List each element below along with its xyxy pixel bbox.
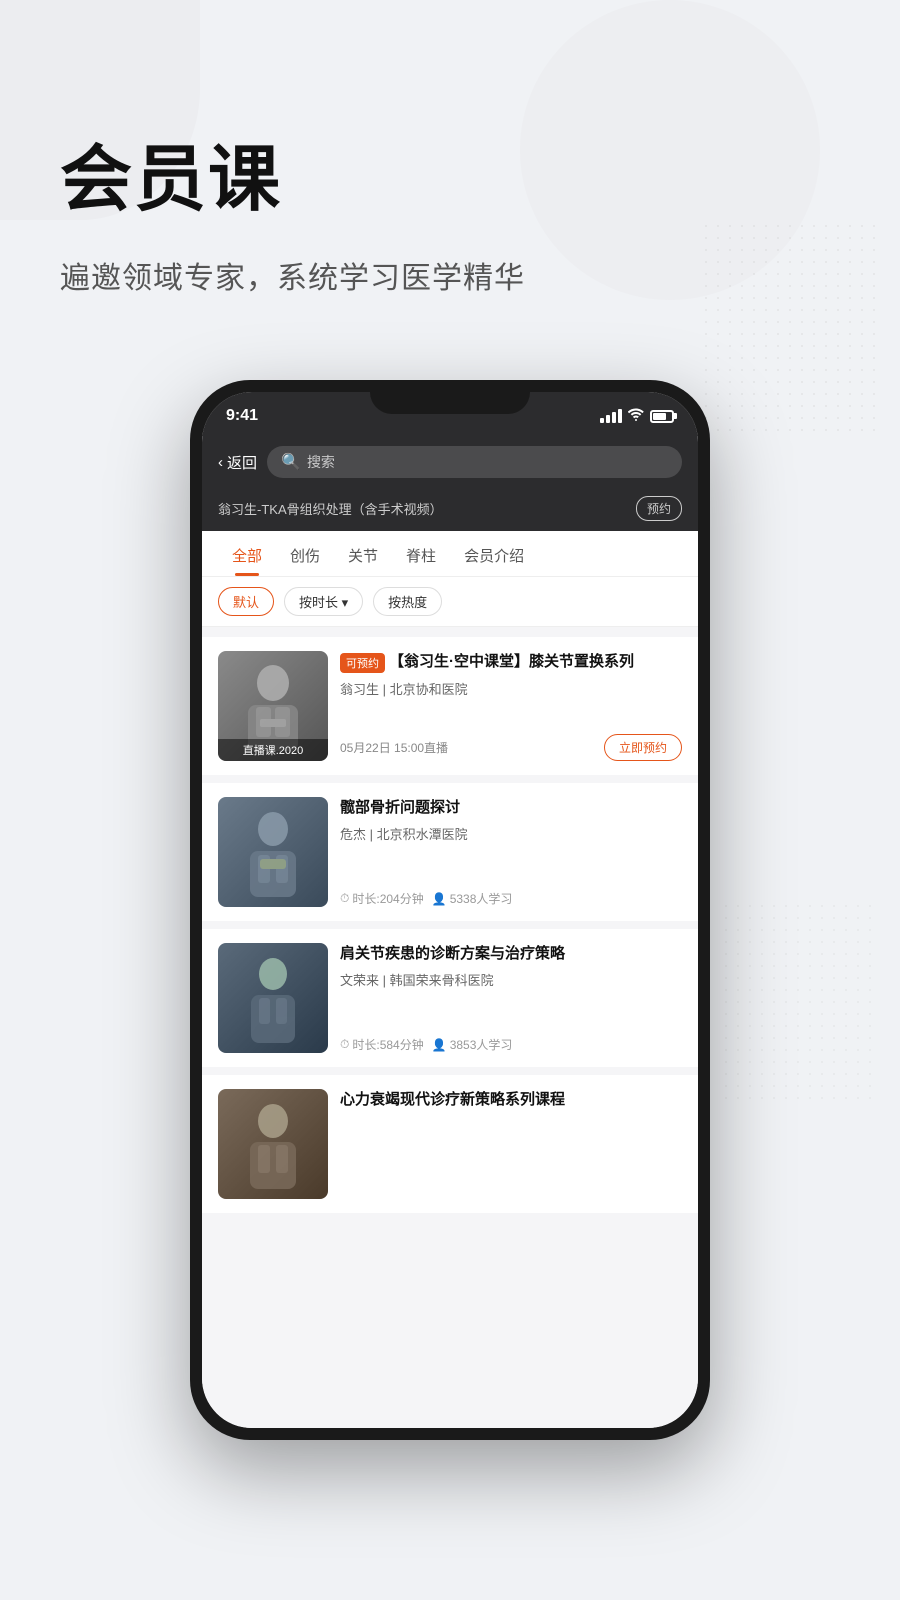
duration-2: ⏱ 时长:204分钟 [340, 890, 424, 907]
course-title-1: 【翁习生·空中课堂】膝关节置换系列 [389, 651, 634, 672]
header-area: 会员课 遍邀领域专家，系统学习医学精华 [60, 120, 525, 297]
course-thumb-2 [218, 797, 328, 907]
course-info-2: 髋部骨折问题探讨 危杰 | 北京积水潭医院 ⏱ 时长:204分钟 👤 [340, 797, 682, 907]
page-title: 会员课 [60, 120, 525, 225]
phone-screen: 9:41 [202, 392, 698, 1428]
phone-notch [370, 380, 530, 414]
tab-spine[interactable]: 脊柱 [392, 531, 450, 576]
app-content: ‹ 返回 🔍 搜索 翁习生-TKA骨组织处理（含手术视频） 预约 全部 [202, 436, 698, 1428]
duration-3: ⏱ 时长:584分钟 [340, 1036, 424, 1053]
thumb-label-1: 直播课.2020 [218, 739, 328, 761]
course-author-3: 文荣来 | 韩国荣来骨科医院 [340, 970, 682, 989]
course-date-1: 05月22日 15:00直播 [340, 739, 448, 756]
status-time: 9:41 [226, 407, 258, 425]
reserve-button-1[interactable]: 立即预约 [604, 734, 682, 761]
battery-icon [650, 410, 674, 423]
filter-popularity[interactable]: 按热度 [373, 587, 442, 616]
tab-all[interactable]: 全部 [218, 531, 276, 576]
course-author-1: 翁习生 | 北京协和医院 [340, 679, 682, 698]
students-3: 👤 3853人学习 [432, 1036, 513, 1053]
phone-outer: 9:41 [190, 380, 710, 1440]
course-info-1: 可预约 【翁习生·空中课堂】膝关节置换系列 翁习生 | 北京协和医院 05月22… [340, 651, 682, 761]
reservable-badge-1: 可预约 [340, 653, 385, 673]
course-info-4: 心力衰竭现代诊疗新策略系列课程 [340, 1089, 682, 1199]
reserve-banner-button[interactable]: 预约 [636, 496, 682, 521]
tab-member-intro[interactable]: 会员介绍 [450, 531, 538, 576]
filter-default[interactable]: 默认 [218, 587, 274, 616]
course-card-4[interactable]: 心力衰竭现代诊疗新策略系列课程 [202, 1075, 698, 1213]
tab-joint[interactable]: 关节 [334, 531, 392, 576]
wifi-icon [628, 408, 644, 424]
phone-mockup: 9:41 [190, 380, 710, 1480]
clock-icon-3: ⏱ [340, 1037, 349, 1052]
bg-dots-top-right [700, 220, 880, 440]
people-icon: 👤 [432, 892, 447, 906]
tab-bar: 全部 创伤 关节 脊柱 会员介绍 [202, 531, 698, 577]
course-list: 直播课.2020 可预约 【翁习生·空中课堂】膝关节置换系列 翁习生 | 北京协… [202, 627, 698, 1231]
course-thumb-4 [218, 1089, 328, 1199]
search-placeholder: 搜索 [307, 452, 335, 472]
course-meta-2: ⏱ 时长:204分钟 👤 5338人学习 [340, 890, 682, 907]
course-info-3: 肩关节疾患的诊断方案与治疗策略 文荣来 | 韩国荣来骨科医院 ⏱ 时长:584分… [340, 943, 682, 1053]
tab-trauma[interactable]: 创伤 [276, 531, 334, 576]
students-2: 👤 5338人学习 [432, 890, 513, 907]
back-label: 返回 [227, 452, 257, 473]
course-title-2: 髋部骨折问题探讨 [340, 799, 460, 816]
course-card-3[interactable]: 肩关节疾患的诊断方案与治疗策略 文荣来 | 韩国荣来骨科医院 ⏱ 时长:584分… [202, 929, 698, 1067]
status-icons [600, 408, 674, 424]
people-icon-3: 👤 [432, 1038, 447, 1052]
clock-icon: ⏱ [340, 891, 349, 906]
search-bar[interactable]: 🔍 搜索 [267, 446, 682, 478]
course-thumb-3 [218, 943, 328, 1053]
nav-bar: ‹ 返回 🔍 搜索 [202, 436, 698, 488]
course-meta-3: ⏱ 时长:584分钟 👤 3853人学习 [340, 1036, 682, 1053]
bg-dots-bottom-right [720, 900, 880, 1100]
course-badge-title-1: 可预约 【翁习生·空中课堂】膝关节置换系列 [340, 651, 682, 673]
course-card-1[interactable]: 直播课.2020 可预约 【翁习生·空中课堂】膝关节置换系列 翁习生 | 北京协… [202, 637, 698, 775]
filter-duration[interactable]: 按时长 ▾ [284, 587, 363, 616]
course-banner: 翁习生-TKA骨组织处理（含手术视频） 预约 [202, 488, 698, 531]
course-title-4: 心力衰竭现代诊疗新策略系列课程 [340, 1091, 565, 1108]
signal-icon [600, 409, 622, 423]
course-title-3: 肩关节疾患的诊断方案与治疗策略 [340, 945, 565, 962]
page-subtitle: 遍邀领域专家，系统学习医学精华 [60, 253, 525, 297]
back-chevron-icon: ‹ [218, 454, 223, 471]
filter-bar: 默认 按时长 ▾ 按热度 [202, 577, 698, 627]
course-card-2[interactable]: 髋部骨折问题探讨 危杰 | 北京积水潭医院 ⏱ 时长:204分钟 👤 [202, 783, 698, 921]
course-thumb-1: 直播课.2020 [218, 651, 328, 761]
search-icon: 🔍 [281, 452, 301, 472]
course-author-2: 危杰 | 北京积水潭医院 [340, 824, 682, 843]
course-banner-text: 翁习生-TKA骨组织处理（含手术视频） [218, 499, 443, 518]
back-button[interactable]: ‹ 返回 [218, 452, 257, 473]
